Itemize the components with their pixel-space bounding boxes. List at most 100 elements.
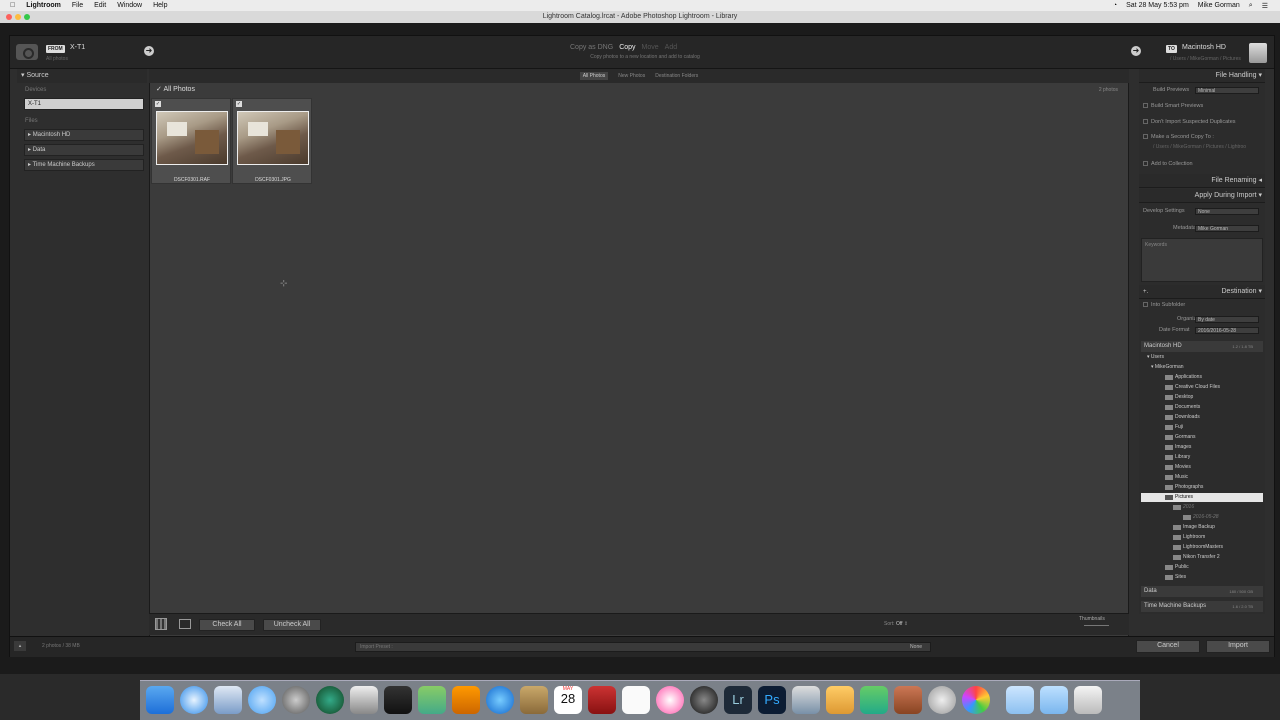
menu-edit[interactable]: Edit bbox=[94, 2, 106, 9]
folder-applications[interactable]: Applications bbox=[1141, 373, 1263, 382]
metadata-select[interactable]: Mike Gorman bbox=[1195, 225, 1259, 232]
from-source[interactable]: X-T1 bbox=[70, 44, 85, 51]
trash-icon[interactable] bbox=[1074, 686, 1102, 714]
folder-sites[interactable]: Sites bbox=[1141, 573, 1263, 582]
check-all-icon[interactable]: ✓ bbox=[156, 86, 162, 93]
launchpad-icon[interactable] bbox=[282, 686, 310, 714]
reminders-icon[interactable] bbox=[622, 686, 650, 714]
image-capture-icon[interactable] bbox=[792, 686, 820, 714]
check-all-button[interactable]: Check All bbox=[199, 619, 255, 631]
dest-volume-timemachine[interactable]: Time Machine Backups 1.6 / 2.0 TB bbox=[1141, 601, 1263, 612]
develop-settings-select[interactable]: None bbox=[1195, 208, 1259, 215]
menu-file[interactable]: File bbox=[72, 2, 83, 9]
no-duplicates-option[interactable]: Don't Import Suspected Duplicates bbox=[1143, 119, 1236, 125]
folder-public[interactable]: Public bbox=[1141, 563, 1263, 572]
second-copy-option[interactable]: Make a Second Copy To : bbox=[1143, 134, 1214, 140]
folder-users[interactable]: ▾ Users bbox=[1141, 353, 1263, 362]
mode-copy[interactable]: Copy bbox=[619, 44, 635, 51]
destination-header[interactable]: +. Destination ▾ bbox=[1139, 285, 1265, 299]
itunes-icon[interactable] bbox=[656, 686, 684, 714]
dictionary-icon[interactable] bbox=[588, 686, 616, 714]
downloads-folder-icon[interactable] bbox=[1040, 686, 1068, 714]
file-handling-header[interactable]: File Handling ▾ bbox=[1139, 69, 1265, 83]
device-xt1[interactable]: X-T1 bbox=[24, 98, 144, 110]
mode-copy-dng[interactable]: Copy as DNG bbox=[570, 44, 613, 51]
lightroom-icon[interactable]: Lr bbox=[724, 686, 752, 714]
cancel-button[interactable]: Cancel bbox=[1136, 640, 1200, 653]
add-collection-option[interactable]: Add to Collection bbox=[1143, 161, 1193, 167]
folder-2016[interactable]: 2016 bbox=[1141, 503, 1263, 512]
menu-app[interactable]: Lightroom bbox=[26, 2, 61, 9]
checkbox[interactable] bbox=[1143, 134, 1148, 140]
folder-desktop[interactable]: Desktop bbox=[1141, 393, 1263, 402]
add-folder-icon[interactable]: +. bbox=[1143, 285, 1148, 299]
dest-volume-macintosh[interactable]: Macintosh HD 1.2 / 1.8 TB bbox=[1141, 341, 1263, 352]
source-volume-data[interactable]: ▸ Data bbox=[24, 144, 144, 156]
mode-move[interactable]: Move bbox=[642, 44, 659, 51]
import-button[interactable]: Import bbox=[1206, 640, 1270, 653]
close-window-button[interactable] bbox=[6, 14, 12, 20]
checkbox[interactable] bbox=[1143, 161, 1148, 167]
date-format-select[interactable]: 2016/2016-05-28 bbox=[1195, 327, 1259, 334]
folder-documents[interactable]: Documents bbox=[1141, 403, 1263, 412]
photo-thumbnail[interactable] bbox=[237, 111, 309, 165]
folder-library[interactable]: Library bbox=[1141, 453, 1263, 462]
wifi-icon[interactable]: ◔ bbox=[1113, 2, 1117, 9]
ibooks-icon[interactable] bbox=[452, 686, 480, 714]
contacts-icon[interactable] bbox=[520, 686, 548, 714]
sort-control[interactable]: Sort: Off ⇕ bbox=[884, 621, 908, 627]
app-store-icon[interactable] bbox=[486, 686, 514, 714]
apple-icon[interactable]:  bbox=[10, 2, 15, 9]
photo-booth-icon[interactable] bbox=[690, 686, 718, 714]
import-preset-select[interactable]: Import Preset : None bbox=[355, 642, 931, 652]
apply-during-import-header[interactable]: Apply During Import ▾ bbox=[1139, 189, 1265, 203]
menu-window[interactable]: Window bbox=[117, 2, 142, 9]
photo-cell[interactable]: ✓ DSCF0301.RAF bbox=[151, 98, 231, 184]
photo-checkbox[interactable]: ✓ bbox=[155, 101, 161, 107]
folder-photographs[interactable]: Photographs bbox=[1141, 483, 1263, 492]
spotlight-icon[interactable]: ⌕ bbox=[1249, 2, 1253, 10]
photo-cell[interactable]: ✓ DSCF0301.JPG bbox=[232, 98, 312, 184]
folder-image-backup[interactable]: Image Backup bbox=[1141, 523, 1263, 532]
smart-previews-option[interactable]: Build Smart Previews bbox=[1143, 103, 1203, 109]
filter-destination-folders[interactable]: Destination Folders bbox=[655, 73, 698, 79]
printer-icon[interactable] bbox=[350, 686, 378, 714]
folder-movies[interactable]: Movies bbox=[1141, 463, 1263, 472]
filter-all-photos[interactable]: All Photos bbox=[579, 72, 609, 80]
macfamilytree-icon[interactable] bbox=[894, 686, 922, 714]
build-previews-select[interactable]: Minimal bbox=[1195, 87, 1259, 94]
keywords-field[interactable]: Keywords bbox=[1141, 238, 1263, 282]
documents-folder-icon[interactable] bbox=[1006, 686, 1034, 714]
menu-datetime[interactable]: Sat 28 May 5:53 pm bbox=[1126, 2, 1189, 9]
expand-icon[interactable]: ▴ bbox=[14, 641, 26, 651]
to-destination[interactable]: Macintosh HD bbox=[1182, 44, 1226, 51]
checkbox[interactable] bbox=[1143, 103, 1148, 109]
calendar-icon[interactable]: MAY 28 bbox=[554, 686, 582, 714]
loupe-view-icon[interactable] bbox=[179, 619, 191, 629]
folder-downloads[interactable]: Downloads bbox=[1141, 413, 1263, 422]
notification-icon[interactable]: ☰ bbox=[1262, 2, 1268, 10]
grid-view-icon[interactable] bbox=[155, 618, 167, 630]
source-volume-macintosh[interactable]: ▸ Macintosh HD bbox=[24, 129, 144, 141]
menu-help[interactable]: Help bbox=[153, 2, 167, 9]
photo-checkbox[interactable]: ✓ bbox=[236, 101, 242, 107]
folder-music[interactable]: Music bbox=[1141, 473, 1263, 482]
source-volume-timemachine[interactable]: ▸ Time Machine Backups bbox=[24, 159, 144, 171]
uncheck-all-button[interactable]: Uncheck All bbox=[263, 619, 321, 631]
checkbox[interactable] bbox=[1143, 119, 1148, 125]
folder-mikegorman[interactable]: ▾ MikeGorman bbox=[1141, 363, 1263, 372]
messages-icon[interactable] bbox=[248, 686, 276, 714]
dest-volume-data[interactable]: Data 180 / 500 GB bbox=[1141, 586, 1263, 597]
folder-lightroom[interactable]: Lightroom bbox=[1141, 533, 1263, 542]
photos-icon[interactable] bbox=[962, 686, 990, 714]
menu-user[interactable]: Mike Gorman bbox=[1198, 2, 1240, 9]
folder-nikon-transfer[interactable]: Nikon Transfer 2 bbox=[1141, 553, 1263, 562]
photoshop-icon[interactable]: Ps bbox=[758, 686, 786, 714]
photo-thumbnail[interactable] bbox=[156, 111, 228, 165]
folder-lightroommasters[interactable]: LightroomMasters bbox=[1141, 543, 1263, 552]
numbers-icon[interactable] bbox=[860, 686, 888, 714]
zoom-window-button[interactable] bbox=[24, 14, 30, 20]
thumbnail-size-slider[interactable] bbox=[1084, 625, 1109, 626]
mail-icon[interactable] bbox=[214, 686, 242, 714]
folder-pictures[interactable]: Pictures bbox=[1141, 493, 1263, 502]
